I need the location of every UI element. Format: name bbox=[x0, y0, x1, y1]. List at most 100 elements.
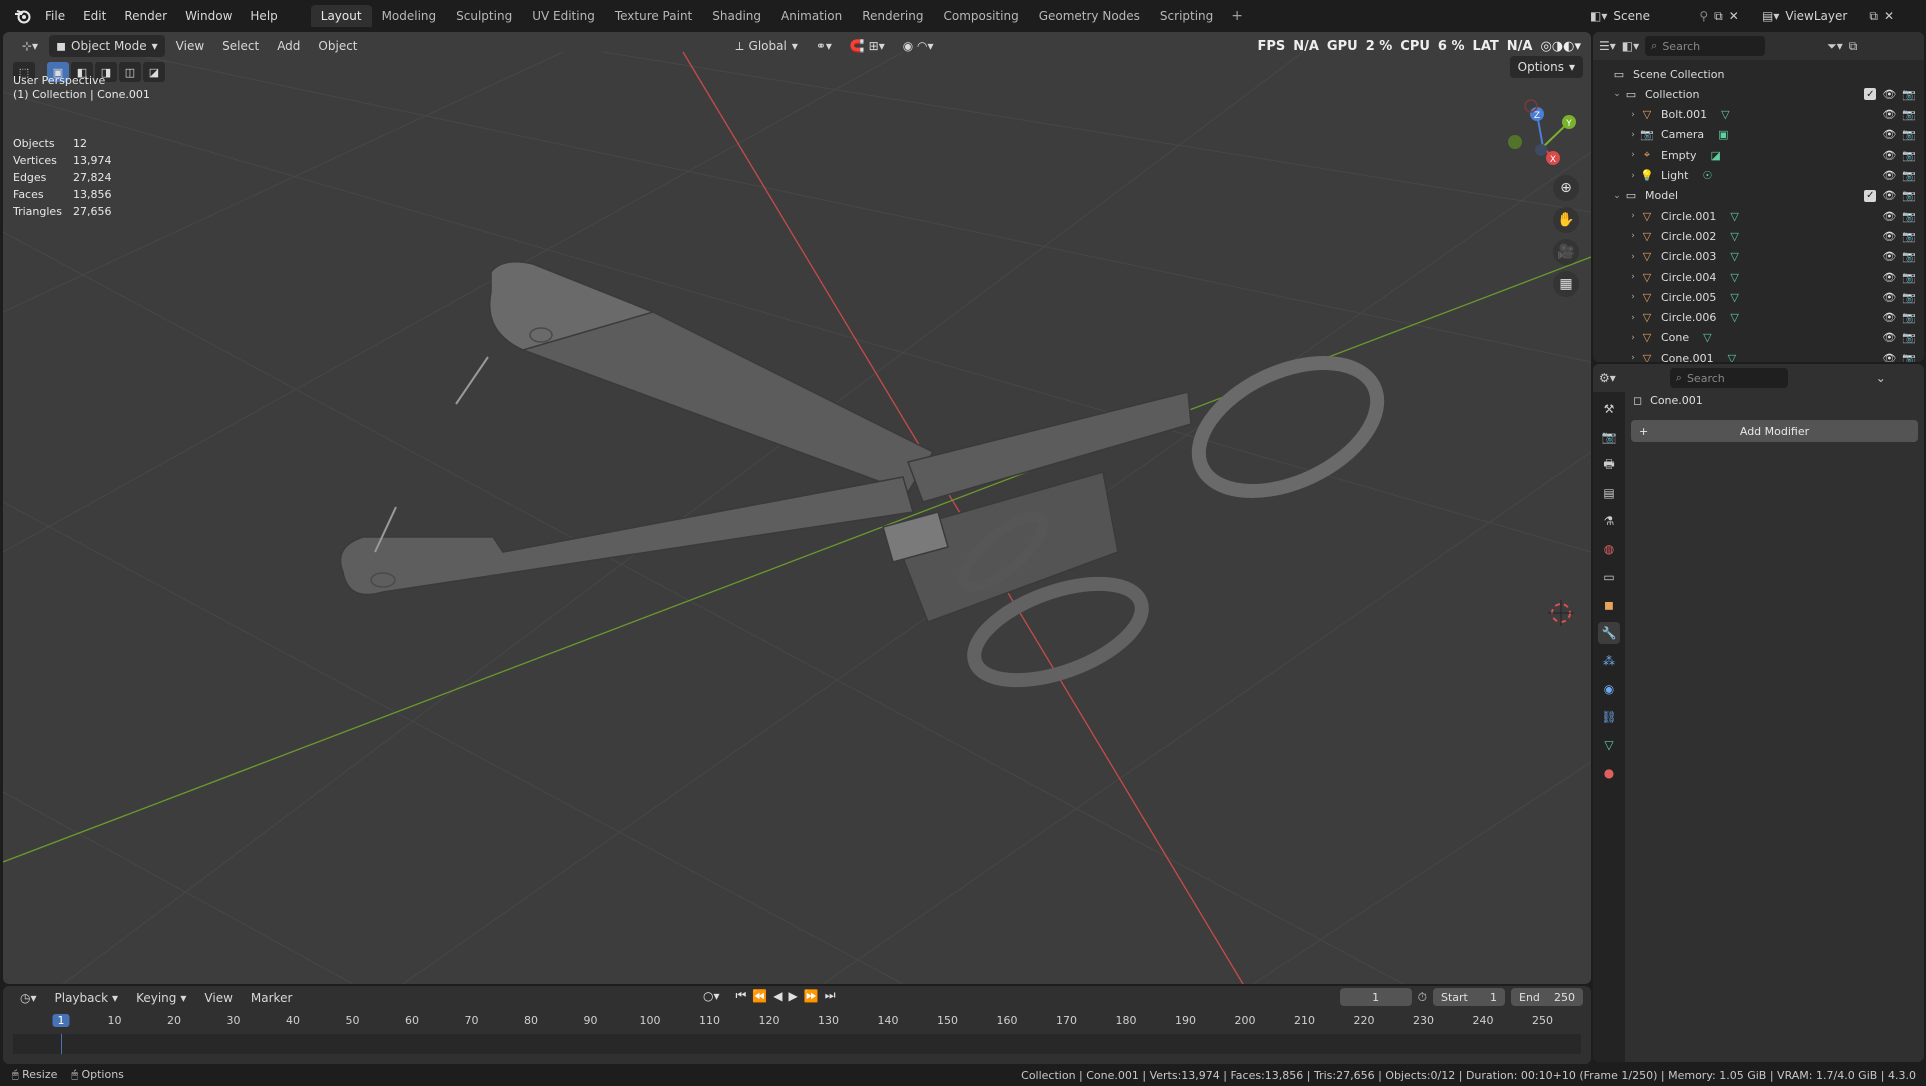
outliner-object-row[interactable]: › ▽ Cone ▽ 👁 📷 bbox=[1593, 328, 1924, 348]
eye-icon[interactable]: 👁 bbox=[1882, 189, 1896, 202]
outliner-search[interactable]: ⌕ Search bbox=[1645, 36, 1766, 56]
render-camera-icon[interactable]: 📷 bbox=[1902, 169, 1916, 182]
menu-add[interactable]: Add bbox=[270, 35, 307, 57]
chevron-right-icon[interactable]: › bbox=[1627, 211, 1639, 221]
display-mode-icon[interactable]: ◧▾ bbox=[1622, 39, 1639, 53]
eye-icon[interactable]: 👁 bbox=[1882, 230, 1896, 243]
select-invert-icon[interactable]: ◫ bbox=[119, 62, 141, 82]
timeline-track[interactable] bbox=[13, 1034, 1581, 1054]
render-camera-icon[interactable]: 📷 bbox=[1902, 352, 1916, 362]
outliner-collection-row[interactable]: ⌄ ▭ Collection ✓ 👁 📷 bbox=[1593, 84, 1924, 104]
material-tab-icon[interactable]: ● bbox=[1598, 762, 1620, 784]
filter-icon[interactable]: ⏷▾ bbox=[1827, 39, 1843, 54]
chevron-right-icon[interactable]: › bbox=[1627, 231, 1639, 241]
jump-end-icon[interactable]: ⏭ bbox=[825, 988, 836, 1003]
editor-type-icon[interactable]: ⚙▾ bbox=[1599, 371, 1616, 385]
outliner-object-row[interactable]: › ▽ Circle.006 ▽ 👁 📷 bbox=[1593, 308, 1924, 328]
tab-texture-paint[interactable]: Texture Paint bbox=[605, 5, 702, 27]
chevron-down-icon[interactable]: ⌄ bbox=[1876, 371, 1886, 385]
menu-file[interactable]: File bbox=[36, 0, 74, 32]
ortho-grid-icon[interactable]: ▦ bbox=[1553, 271, 1579, 297]
view-layer-tab-icon[interactable]: ▤ bbox=[1598, 482, 1620, 504]
modifier-tab-icon[interactable]: 🔧 bbox=[1598, 622, 1620, 644]
end-frame-field[interactable]: End 250 bbox=[1511, 988, 1583, 1006]
new-collection-icon[interactable]: ⧉ bbox=[1849, 39, 1858, 54]
constraints-tab-icon[interactable]: ⛓ bbox=[1598, 706, 1620, 728]
close-icon[interactable]: ✕ bbox=[1884, 9, 1894, 23]
menu-view[interactable]: View bbox=[169, 35, 211, 57]
tab-shading[interactable]: Shading bbox=[702, 5, 771, 27]
menu-object[interactable]: Object bbox=[311, 35, 364, 57]
render-camera-icon[interactable]: 📷 bbox=[1902, 271, 1916, 284]
chevron-right-icon[interactable]: › bbox=[1627, 252, 1639, 262]
close-icon[interactable]: ✕ bbox=[1729, 9, 1739, 23]
outliner-object-row[interactable]: › ▽ Circle.005 ▽ 👁 📷 bbox=[1593, 287, 1924, 307]
tab-layout[interactable]: Layout bbox=[310, 5, 372, 27]
tab-geometry-nodes[interactable]: Geometry Nodes bbox=[1029, 5, 1150, 27]
tab-animation[interactable]: Animation bbox=[771, 5, 852, 27]
eye-icon[interactable]: 👁 bbox=[1882, 169, 1896, 182]
jump-start-icon[interactable]: ⏮ bbox=[736, 988, 747, 1003]
tool-tab-icon[interactable]: ⚒ bbox=[1598, 398, 1620, 420]
next-keyframe-icon[interactable]: ⏩ bbox=[804, 989, 819, 1003]
render-camera-icon[interactable]: 📷 bbox=[1902, 108, 1916, 121]
render-camera-icon[interactable]: 📷 bbox=[1902, 311, 1916, 324]
menu-playback[interactable]: Playback ▾ bbox=[48, 987, 126, 1009]
prev-keyframe-icon[interactable]: ⏪ bbox=[752, 989, 767, 1003]
mode-selector[interactable]: ◼ Object Mode ▾ bbox=[49, 35, 165, 57]
outliner-object-row[interactable]: › ▽ Cone.001 ▽ 👁 📷 bbox=[1593, 348, 1924, 362]
eye-icon[interactable]: 👁 bbox=[1882, 250, 1896, 263]
particles-tab-icon[interactable]: ⁂ bbox=[1598, 650, 1620, 672]
render-camera-icon[interactable]: 📷 bbox=[1902, 331, 1916, 344]
output-tab-icon[interactable]: 🖶 bbox=[1598, 454, 1620, 476]
render-camera-icon[interactable]: 📷 bbox=[1902, 189, 1916, 202]
outliner[interactable]: ☰▾ ◧▾ ⌕ Search ⏷▾ ⧉ ▭ Scene Collection ⌄ ▭ C… bbox=[1593, 32, 1924, 362]
tab-compositing[interactable]: Compositing bbox=[933, 5, 1028, 27]
scene-tab-icon[interactable]: ⚗ bbox=[1598, 510, 1620, 532]
outliner-object-row[interactable]: › ▽ Circle.004 ▽ 👁 📷 bbox=[1593, 267, 1924, 287]
render-camera-icon[interactable]: 📷 bbox=[1902, 128, 1916, 141]
zoom-icon[interactable]: ⊕ bbox=[1553, 175, 1579, 201]
add-modifier-button[interactable]: + Add Modifier bbox=[1631, 420, 1918, 442]
editor-type-icon[interactable]: ☰▾ bbox=[1599, 39, 1616, 53]
view-layer-selector[interactable]: ▤▾ ViewLayer ⧉ ✕ bbox=[1762, 5, 1894, 27]
playhead-frame[interactable]: 1 bbox=[52, 1014, 70, 1027]
chevron-right-icon[interactable]: › bbox=[1627, 110, 1639, 120]
object-tab-icon[interactable]: ◼ bbox=[1598, 594, 1620, 616]
outliner-object-row[interactable]: › ▽ Circle.003 ▽ 👁 📷 bbox=[1593, 247, 1924, 267]
render-camera-icon[interactable]: 📷 bbox=[1902, 250, 1916, 263]
current-frame-field[interactable]: 1 bbox=[1339, 988, 1412, 1006]
eye-icon[interactable]: 👁 bbox=[1882, 210, 1896, 223]
eye-icon[interactable]: 👁 bbox=[1882, 88, 1896, 101]
new-view-layer-icon[interactable]: ⧉ bbox=[1869, 9, 1878, 24]
render-camera-icon[interactable]: 📷 bbox=[1902, 210, 1916, 223]
start-frame-field[interactable]: Start 1 bbox=[1433, 988, 1505, 1006]
eye-icon[interactable]: 👁 bbox=[1882, 291, 1896, 304]
eye-icon[interactable]: 👁 bbox=[1882, 352, 1896, 362]
exclude-checkbox[interactable]: ✓ bbox=[1864, 88, 1877, 101]
play-icon[interactable]: ▶ bbox=[789, 989, 798, 1003]
shading-modes-icon[interactable]: ◎◑◐▾ bbox=[1540, 39, 1581, 54]
render-camera-icon[interactable]: 📷 bbox=[1902, 149, 1916, 162]
chevron-down-icon[interactable]: ⌄ bbox=[1611, 89, 1623, 99]
tab-uv-editing[interactable]: UV Editing bbox=[522, 5, 605, 27]
menu-edit[interactable]: Edit bbox=[74, 0, 115, 32]
data-tab-icon[interactable]: ▽ bbox=[1598, 734, 1620, 756]
menu-view[interactable]: View bbox=[197, 987, 239, 1009]
render-tab-icon[interactable]: 📷 bbox=[1598, 426, 1620, 448]
chevron-down-icon[interactable]: ⌄ bbox=[1611, 191, 1623, 201]
chevron-right-icon[interactable]: › bbox=[1627, 353, 1639, 362]
snap-button[interactable]: 🧲 ⊞▾ bbox=[843, 35, 892, 57]
chevron-right-icon[interactable]: › bbox=[1627, 150, 1639, 160]
tab-scripting[interactable]: Scripting bbox=[1150, 5, 1223, 27]
timeline-editor[interactable]: ◷▾ Playback ▾ Keying ▾ View Marker ○▾ ⏮ ⏪ … bbox=[3, 986, 1591, 1064]
eye-icon[interactable]: 👁 bbox=[1882, 149, 1896, 162]
menu-help[interactable]: Help bbox=[241, 0, 286, 32]
physics-tab-icon[interactable]: ◉ bbox=[1598, 678, 1620, 700]
tab-modeling[interactable]: Modeling bbox=[372, 5, 447, 27]
render-camera-icon[interactable]: 📷 bbox=[1902, 230, 1916, 243]
view-layer-name[interactable]: ViewLayer bbox=[1785, 9, 1863, 23]
eye-icon[interactable]: 👁 bbox=[1882, 271, 1896, 284]
outliner-scene-collection-row[interactable]: ▭ Scene Collection bbox=[1593, 64, 1924, 84]
outliner-object-row[interactable]: › ▽ Bolt.001 ▽ 👁 📷 bbox=[1593, 105, 1924, 125]
